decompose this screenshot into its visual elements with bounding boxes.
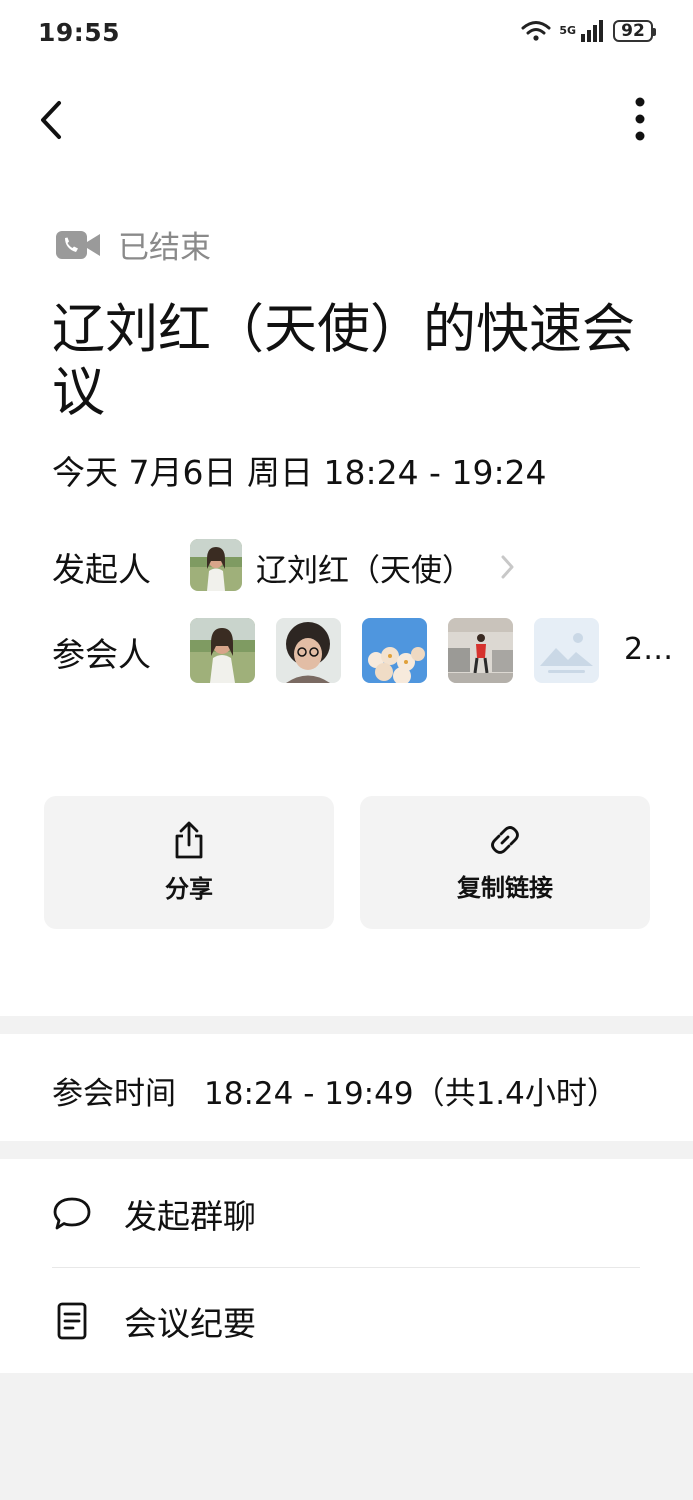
- attend-time-label: 参会时间: [52, 1076, 176, 1112]
- participant-avatar[interactable]: [448, 618, 513, 683]
- share-label: 分享: [165, 875, 213, 903]
- video-call-icon: [56, 230, 100, 259]
- meeting-notes-item[interactable]: 会议纪要: [52, 1268, 640, 1374]
- meeting-status: 已结束: [56, 222, 211, 267]
- start-group-chat-label: 发起群聊: [124, 1197, 256, 1236]
- meeting-date: 今天 7月6日 周日 18:24 - 19:24: [52, 453, 547, 492]
- share-button[interactable]: 分享: [44, 796, 334, 929]
- more-options-button[interactable]: [620, 96, 660, 144]
- signal-icon: [581, 20, 603, 42]
- bottom-background: [0, 1373, 693, 1500]
- section-divider: [0, 1141, 693, 1159]
- back-button[interactable]: [34, 98, 74, 142]
- status-icons: 5G 92: [521, 20, 656, 42]
- start-group-chat-item[interactable]: 发起群聊: [52, 1161, 640, 1268]
- attend-time-value: 18:24 - 19:49（共1.4小时）: [204, 1076, 618, 1112]
- status-time: 19:55: [38, 18, 121, 47]
- battery-level: 92: [621, 21, 645, 41]
- wifi-icon: [521, 21, 551, 41]
- battery-icon: 92: [613, 20, 656, 42]
- attend-time-row: 参会时间 18:24 - 19:49（共1.4小时）: [52, 1068, 618, 1113]
- participant-avatar[interactable]: [190, 618, 255, 683]
- more-vertical-icon: [635, 97, 645, 141]
- section-divider: [0, 1016, 693, 1034]
- participants-label: 参会人: [52, 635, 151, 674]
- meeting-status-text: 已结束: [118, 230, 211, 266]
- participant-avatar-placeholder[interactable]: [534, 618, 599, 683]
- meeting-title: 辽刘红（天使）的快速会议: [52, 299, 635, 423]
- copy-link-button[interactable]: 复制链接: [360, 796, 650, 929]
- host-avatar[interactable]: [190, 539, 242, 591]
- network-type: 5G: [559, 24, 576, 37]
- back-arrow-icon: [41, 101, 61, 139]
- document-icon: [57, 1302, 87, 1340]
- link-icon: [491, 826, 519, 854]
- host-name[interactable]: 辽刘红（天使）: [256, 545, 473, 590]
- participant-avatar[interactable]: [362, 618, 427, 683]
- host-label: 发起人: [52, 550, 151, 589]
- chat-bubble-icon: [53, 1197, 91, 1230]
- copy-link-label: 复制链接: [457, 874, 553, 902]
- chevron-right-icon[interactable]: [498, 552, 518, 582]
- participant-avatars[interactable]: [190, 618, 599, 683]
- participant-avatar[interactable]: [276, 618, 341, 683]
- participant-more-count[interactable]: 2…: [624, 632, 673, 667]
- share-icon: [175, 821, 203, 859]
- meeting-notes-label: 会议纪要: [124, 1304, 256, 1343]
